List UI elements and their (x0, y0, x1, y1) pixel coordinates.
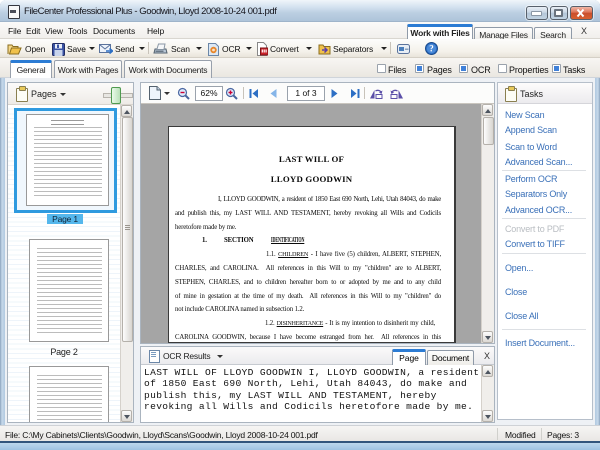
svg-text:?: ? (429, 44, 434, 54)
